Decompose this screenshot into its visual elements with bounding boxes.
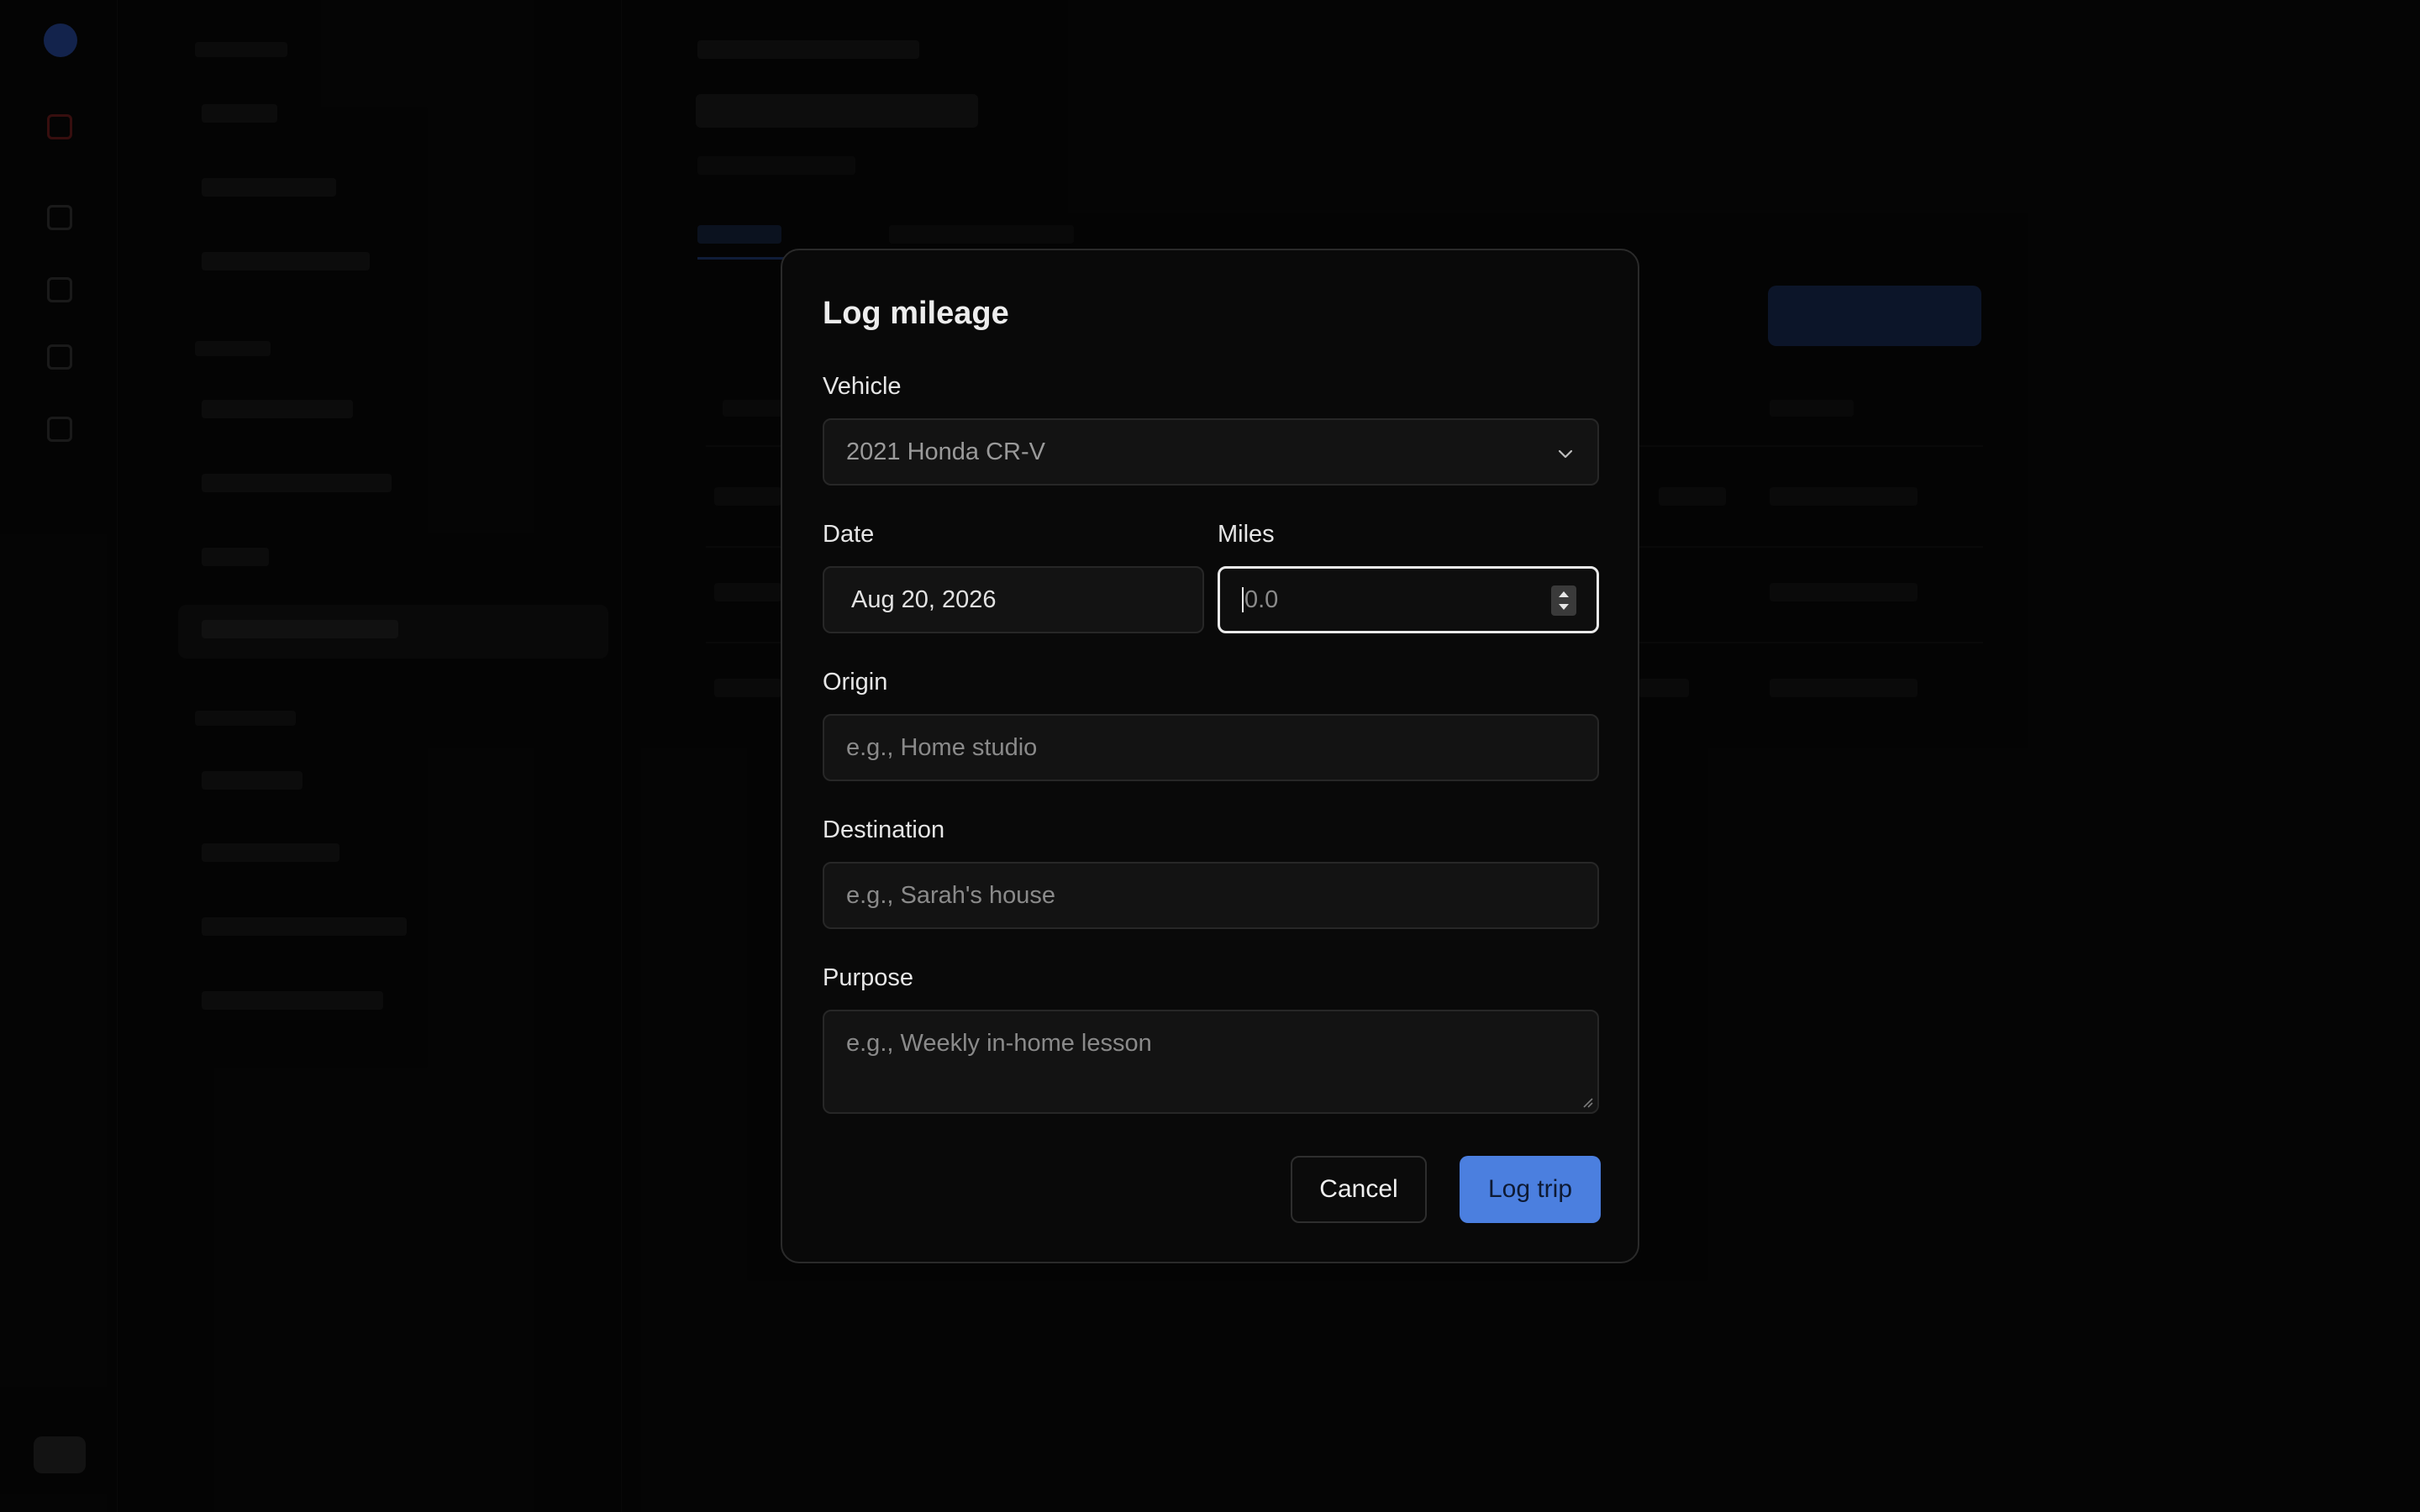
vehicle-select[interactable]: 2021 Honda CR-V [823,418,1599,486]
log-trip-button[interactable]: Log trip [1460,1156,1601,1223]
purpose-textarea[interactable]: e.g., Weekly in-home lesson [823,1010,1599,1114]
origin-input-placeholder: e.g., Home studio [846,733,1038,761]
origin-input[interactable]: e.g., Home studio [823,714,1599,781]
destination-input-placeholder: e.g., Sarah's house [846,881,1055,909]
stepper-arrows-icon [1559,591,1569,610]
miles-input-placeholder: 0.0 [1244,585,1279,613]
vehicle-select-value: 2021 Honda CR-V [846,438,1045,465]
chevron-down-icon [1558,449,1573,459]
date-field[interactable]: Aug 20, 2026 [823,566,1204,633]
miles-stepper[interactable] [1551,585,1576,616]
purpose-textarea-placeholder: e.g., Weekly in-home lesson [846,1030,1152,1057]
destination-label: Destination [823,816,945,843]
cancel-button[interactable]: Cancel [1291,1156,1427,1223]
purpose-label: Purpose [823,964,914,991]
miles-input[interactable]: 0.0 [1218,566,1599,633]
log-mileage-dialog: Log mileage Vehicle 2021 Honda CR-V Date… [781,249,1639,1263]
miles-label: Miles [1218,521,1275,548]
resize-handle-icon[interactable] [1581,1095,1594,1109]
dialog-title: Log mileage [823,296,1009,331]
destination-input[interactable]: e.g., Sarah's house [823,862,1599,929]
text-caret [1242,587,1244,612]
vehicle-label: Vehicle [823,373,902,400]
origin-label: Origin [823,669,888,696]
date-label: Date [823,521,875,548]
date-field-value: Aug 20, 2026 [851,585,997,613]
